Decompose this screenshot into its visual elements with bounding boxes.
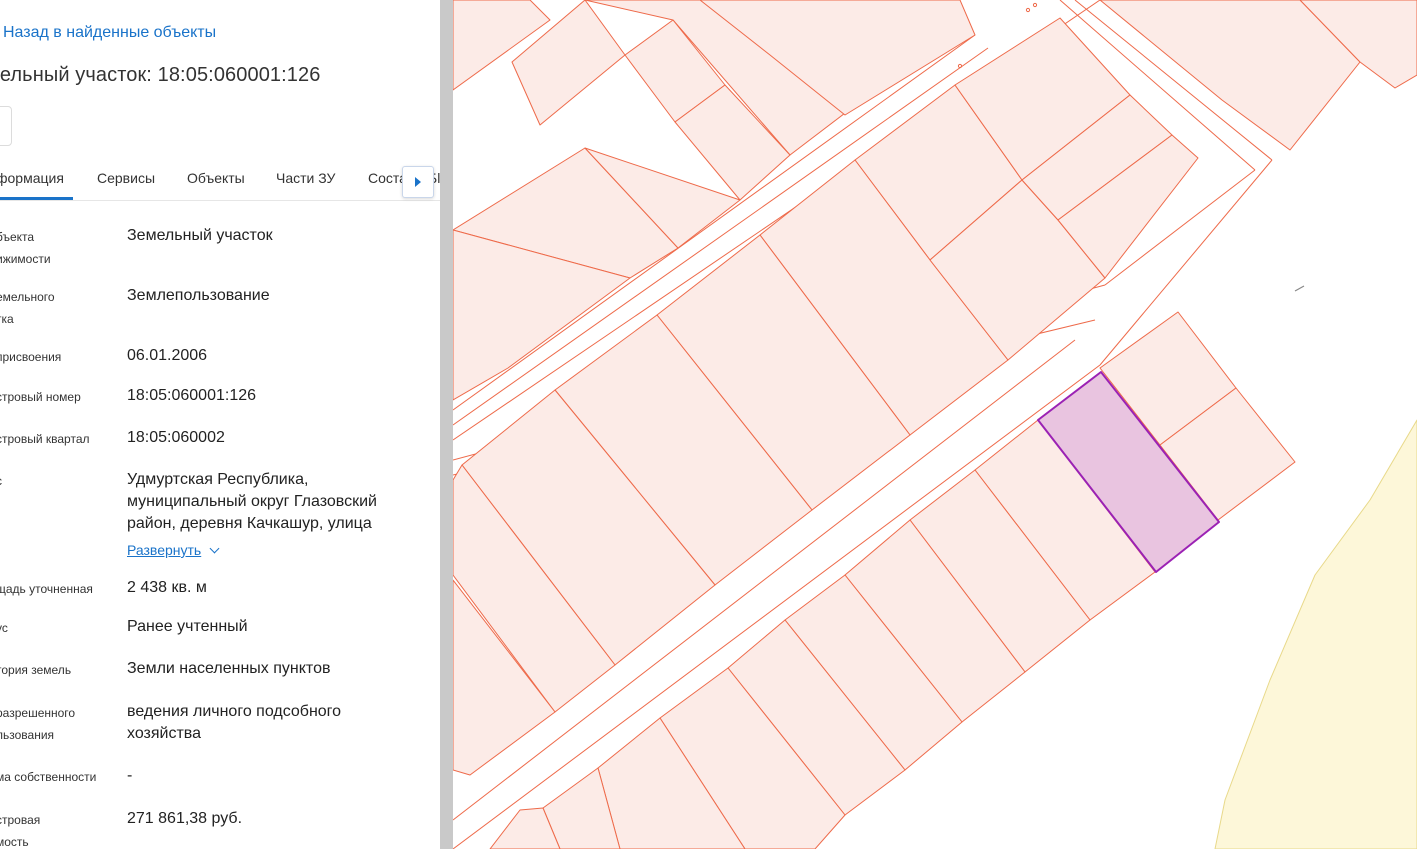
- attribute-label: с: [0, 470, 114, 492]
- attribute-value: Удмуртская Республика, муниципальный окру…: [127, 471, 377, 532]
- attribute-label: стровый номер: [0, 390, 81, 404]
- map-point-marker: [1025, 7, 1031, 13]
- attribute-value: 18:05:060001:126: [127, 387, 257, 404]
- info-panel: Назад в найденные объекты мельный участо…: [0, 0, 440, 849]
- tabs-scroll-right-button[interactable]: [402, 166, 434, 198]
- active-tab-indicator: [0, 197, 73, 200]
- map-view[interactable]: [453, 0, 1417, 849]
- tab-information[interactable]: формация: [0, 170, 64, 186]
- attribute-value: 2 438 кв. м: [127, 579, 207, 596]
- expand-address-link[interactable]: Развернуть: [127, 542, 220, 558]
- attribute-label: стровый квартал: [0, 432, 90, 446]
- attribute-label: ма собственности: [0, 770, 97, 784]
- map-tick-mark: [1294, 285, 1305, 292]
- attribute-label: ус: [0, 621, 8, 635]
- attribute-label: щадь уточненная: [0, 582, 93, 596]
- panel-resize-handle[interactable]: [440, 0, 453, 849]
- tab-services[interactable]: Сервисы: [97, 170, 155, 186]
- attribute-value: 06.01.2006: [127, 347, 208, 364]
- attribute-label: разрешенного льзования: [0, 706, 76, 742]
- back-to-results-link[interactable]: Назад в найденные объекты: [3, 24, 216, 42]
- chevron-down-icon: [209, 543, 220, 554]
- attribute-label: бъектаижимости: [0, 230, 51, 266]
- map-point-marker: [957, 63, 963, 69]
- attribute-value: Ранее учтенный: [127, 618, 248, 635]
- attribute-value: Земли населенных пунктов: [127, 660, 331, 677]
- attribute-label: емельноготка: [0, 290, 55, 326]
- attribute-value: ведения личного подсобного хозяйства: [127, 703, 342, 742]
- object-title: мельный участок: 18:05:060001:126: [0, 64, 321, 86]
- tab-parcel-parts[interactable]: Части ЗУ: [276, 170, 335, 186]
- attribute-value: -: [127, 767, 133, 784]
- attribute-value: 18:05:060002: [127, 429, 225, 446]
- tab-bar: формация Сервисы Объекты Части ЗУ Соста …: [0, 160, 440, 201]
- map-point-marker: [1032, 2, 1038, 8]
- panel-action-button[interactable]: [0, 106, 12, 146]
- tab-objects[interactable]: Объекты: [187, 170, 245, 186]
- attribute-label: присвоения: [0, 350, 62, 364]
- cadastral-map[interactable]: [453, 0, 1417, 849]
- attribute-label: стровая мость: [0, 813, 41, 849]
- attribute-label: тория земель: [0, 663, 72, 677]
- caret-right-icon: [415, 177, 421, 187]
- attribute-value: Земельный участок: [127, 227, 273, 244]
- attribute-value: 271 861,38 руб.: [127, 810, 243, 827]
- attribute-value: Землепользование: [127, 287, 270, 304]
